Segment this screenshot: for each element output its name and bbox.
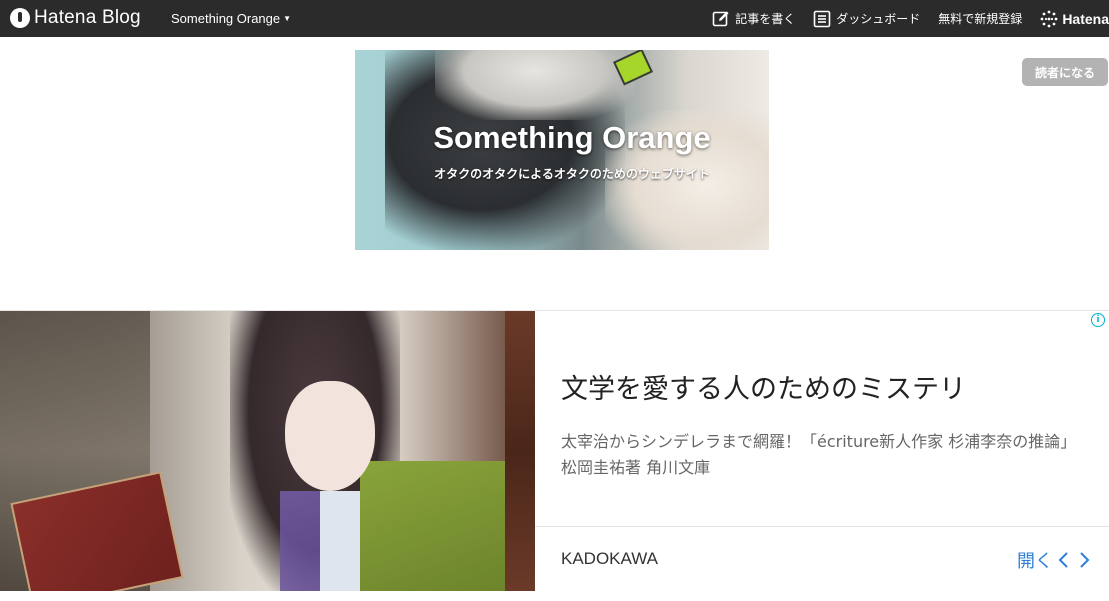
signup-link[interactable]: 無料で新規登録 — [938, 10, 1022, 27]
ad-image[interactable] — [0, 311, 535, 591]
ad-open-label: 開く — [1017, 551, 1053, 572]
advertisement[interactable]: i 文学を愛する人のためのミステリ 太宰治からシンデレラまで網羅！「écritu… — [0, 310, 1109, 601]
ad-headline[interactable]: 文学を愛する人のためのミステリ — [561, 367, 966, 406]
topbar-actions: 記事を書く ダッシュボード 無料で新規登録 Hatena — [712, 0, 1109, 37]
chevron-left-icon — [1058, 552, 1068, 568]
hatena-dots-icon — [1040, 10, 1058, 27]
blog-menu-label: Something Orange — [171, 11, 281, 26]
ad-open-button[interactable]: 開く — [1017, 547, 1093, 573]
chevron-right-icon — [1080, 552, 1090, 568]
ad-text-panel[interactable]: i 文学を愛する人のためのミステリ 太宰治からシンデレラまで網羅！「écritu… — [535, 311, 1109, 591]
dashboard-link[interactable]: ダッシュボード — [813, 10, 920, 28]
blog-title[interactable]: Something Orange — [355, 120, 769, 156]
signup-label: 無料で新規登録 — [938, 12, 1023, 26]
ad-info-icon[interactable]: i — [1091, 313, 1105, 327]
subscribe-button[interactable]: 読者になる — [1022, 58, 1108, 86]
ad-description: 太宰治からシンデレラまで網羅！「écriture新人作家 杉浦李奈の推論」松岡圭… — [561, 432, 1077, 477]
hatena-menu[interactable]: Hatena — [1040, 10, 1109, 28]
caret-down-icon: ▼ — [283, 14, 292, 23]
edit-icon — [712, 10, 729, 26]
hatena-blog-logo-text: Hatena Blog — [34, 7, 141, 28]
write-article-label: 記事を書く — [735, 12, 796, 26]
blog-description: オタクのオタクによるオタクのためのウェブサイト — [434, 167, 710, 181]
ad-divider — [535, 526, 1109, 527]
hatena-blog-logo[interactable]: Hatena Blog — [10, 6, 141, 30]
ad-advertiser: KADOKAWA — [561, 549, 658, 568]
top-navigation-bar: Hatena Blog Something Orange ▼ 記事を書く ダッシ… — [0, 0, 1109, 37]
dashboard-label: ダッシュボード — [836, 12, 921, 26]
blog-menu-dropdown[interactable]: Something Orange ▼ — [171, 11, 291, 26]
write-article-link[interactable]: 記事を書く — [712, 10, 795, 28]
ad-image-book-stack — [505, 311, 535, 591]
blog-header-banner[interactable]: Something Orange オタクのオタクによるオタクのためのウェブサイト — [355, 50, 769, 250]
hatena-blog-logo-icon — [10, 8, 30, 28]
dashboard-icon — [813, 10, 831, 27]
hatena-label: Hatena — [1062, 10, 1109, 27]
ad-image-face — [285, 381, 375, 491]
